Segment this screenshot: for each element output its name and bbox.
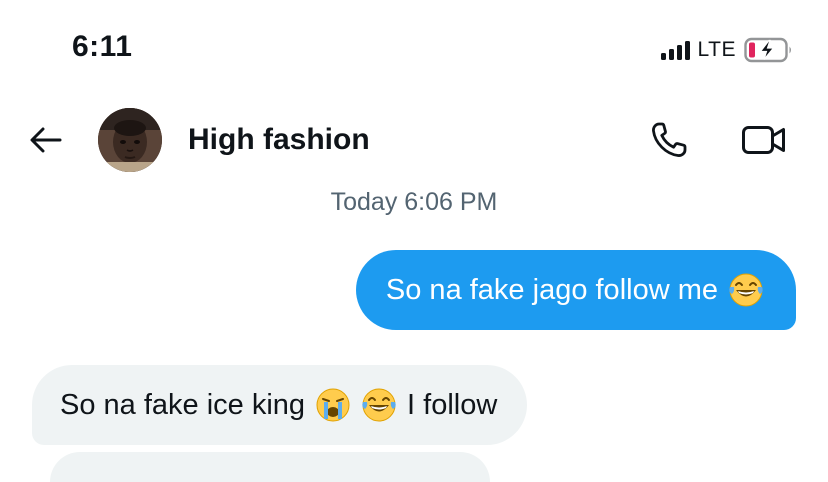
face-with-tears-of-joy-icon bbox=[729, 273, 763, 307]
video-call-button[interactable] bbox=[738, 117, 790, 163]
loudly-crying-face-icon bbox=[316, 388, 350, 422]
message-text-suffix: I follow bbox=[407, 389, 498, 421]
cellular-signal-icon bbox=[660, 40, 690, 60]
back-button[interactable] bbox=[24, 118, 68, 162]
message-text: So na fake ice king bbox=[60, 389, 306, 421]
incoming-message[interactable]: So na fake ice king I follow bbox=[32, 365, 528, 445]
contact-name[interactable]: High fashion bbox=[188, 120, 370, 160]
status-indicators: LTE bbox=[660, 36, 794, 64]
date-separator: Today 6:06 PM bbox=[330, 188, 498, 216]
video-camera-icon bbox=[742, 126, 785, 154]
face-with-tears-of-joy-icon bbox=[362, 388, 396, 422]
battery-charging-icon bbox=[744, 37, 794, 63]
message-text: So na fake jago follow me bbox=[385, 274, 718, 306]
arrow-left-icon bbox=[30, 127, 62, 153]
status-time: 6:11 bbox=[72, 30, 133, 63]
phone-icon bbox=[652, 122, 687, 157]
network-type: LTE bbox=[697, 38, 736, 61]
outgoing-message[interactable]: So na fake jago follow me bbox=[355, 250, 796, 330]
avatar[interactable] bbox=[98, 108, 162, 172]
voice-call-button[interactable] bbox=[646, 117, 692, 163]
